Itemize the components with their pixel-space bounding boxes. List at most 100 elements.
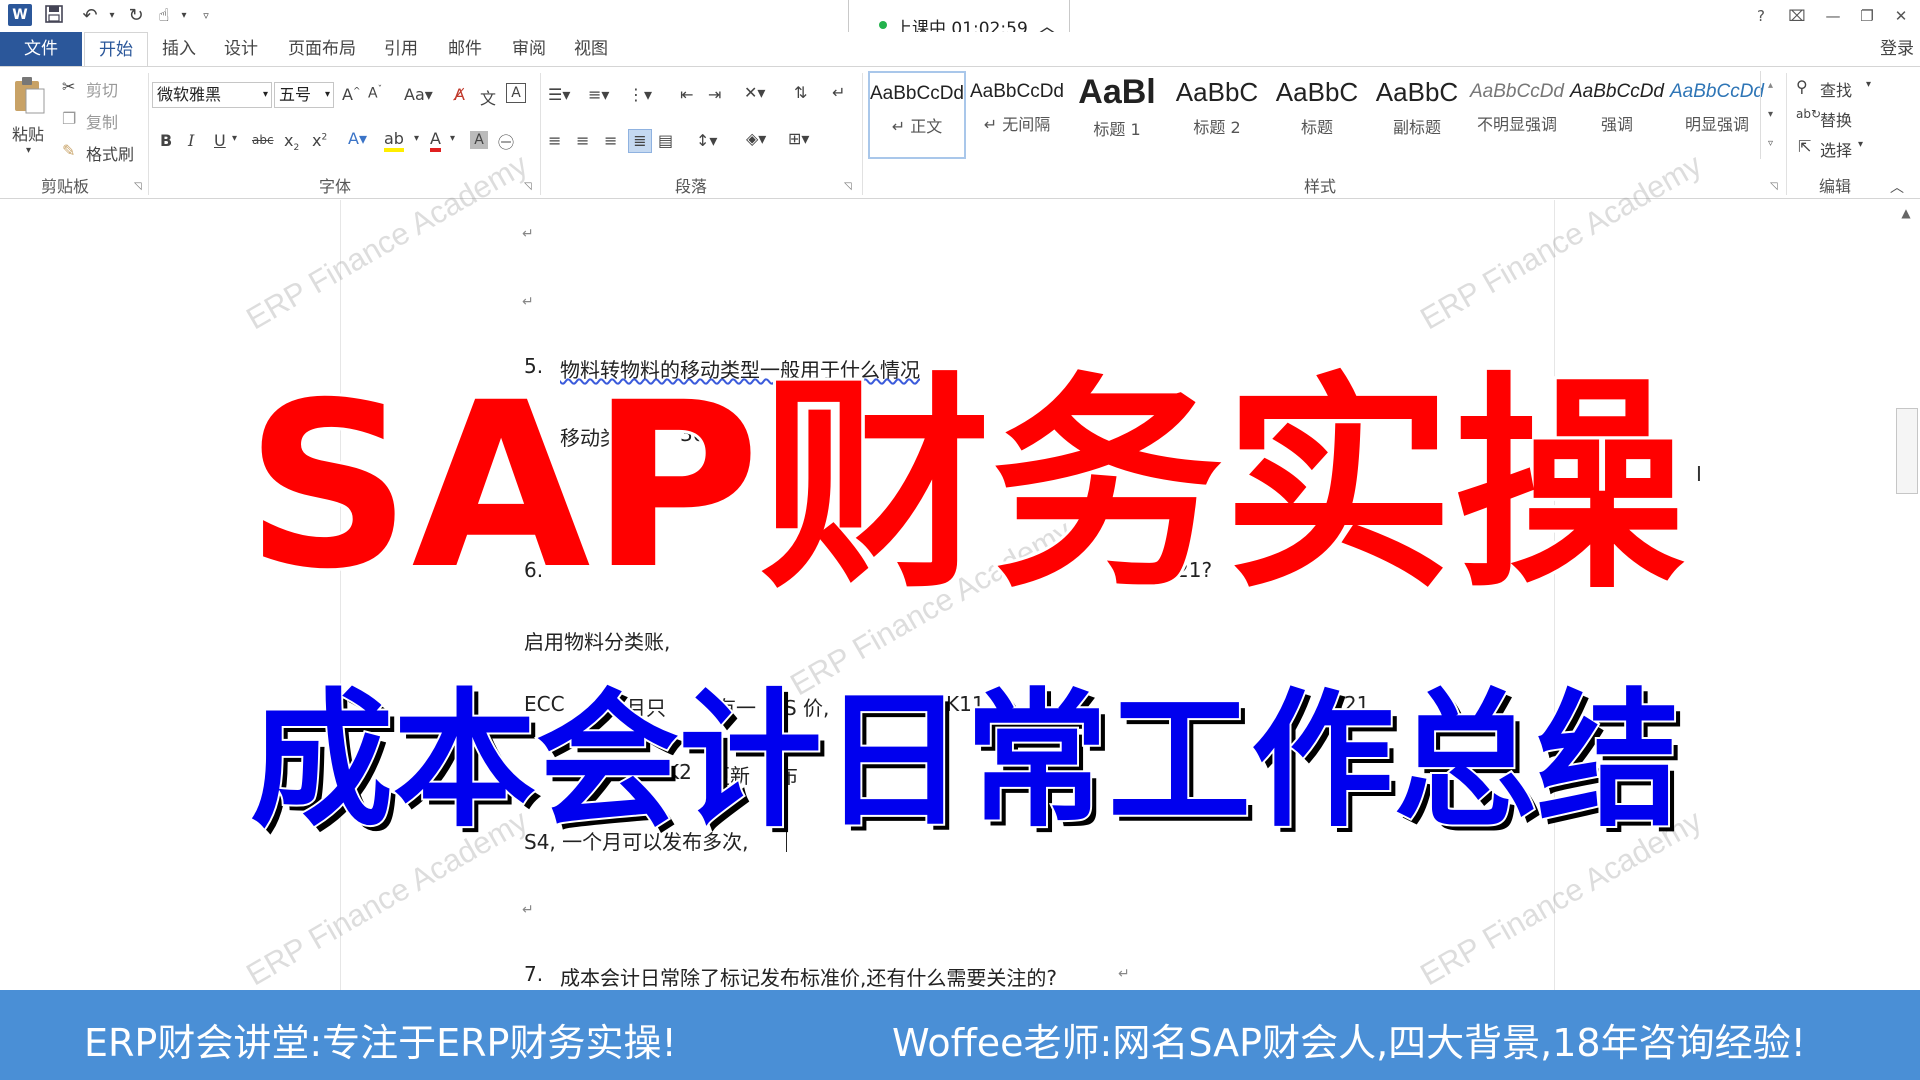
style-title[interactable]: AaBbC 标题: [1268, 71, 1366, 159]
shrink-font-icon[interactable]: Aˇ: [368, 85, 382, 102]
cut-icon[interactable]: ✂: [62, 77, 75, 96]
grow-font-icon[interactable]: A^: [342, 85, 361, 104]
highlight-dropdown-icon[interactable]: ▾: [414, 133, 419, 144]
align-left-icon[interactable]: ≡: [548, 131, 561, 150]
ribbon-display-options-icon[interactable]: ⌧: [1782, 4, 1812, 28]
subscript-icon[interactable]: x2: [284, 131, 299, 153]
superscript-icon[interactable]: x2: [312, 131, 327, 150]
styles-launcher-icon[interactable]: ◹: [1770, 181, 1778, 192]
bold-icon[interactable]: B: [160, 131, 172, 150]
style-subtle-emphasis[interactable]: AaBbCcDd 不明显强调: [1468, 71, 1566, 159]
change-case-icon[interactable]: Aa▾: [404, 85, 433, 104]
style-name: 标题 2: [1193, 118, 1241, 137]
style-heading-2[interactable]: AaBbC 标题 2: [1168, 71, 1266, 159]
paste-button[interactable]: 粘贴: [12, 121, 44, 145]
character-shading-icon[interactable]: A: [470, 131, 488, 149]
clipboard-launcher-icon[interactable]: ◹: [134, 181, 142, 192]
minimize-button[interactable]: —: [1818, 4, 1848, 28]
italic-icon[interactable]: I: [188, 131, 194, 150]
shading-icon[interactable]: ◈▾: [746, 129, 766, 148]
font-name-combo[interactable]: 微软雅黑 ▾: [152, 82, 272, 108]
tab-page-layout[interactable]: 页面布局: [274, 32, 370, 66]
format-painter-icon[interactable]: ✎: [62, 141, 75, 160]
tab-view[interactable]: 视图: [560, 32, 622, 66]
decrease-indent-icon[interactable]: ⇤: [680, 85, 693, 104]
scroll-up-icon[interactable]: ▲: [1896, 206, 1916, 224]
asian-layout-icon[interactable]: ✕▾: [744, 83, 765, 102]
gallery-more-icon[interactable]: ▿: [1761, 129, 1780, 158]
replace-button[interactable]: 替换: [1820, 107, 1852, 131]
replace-icon[interactable]: ab↻: [1796, 107, 1821, 121]
style-normal[interactable]: AaBbCcDd ↵ 正文: [868, 71, 966, 159]
numbering-icon[interactable]: ≡▾: [588, 85, 609, 104]
close-button[interactable]: ✕: [1886, 4, 1916, 28]
clear-formatting-icon[interactable]: A̸: [454, 85, 465, 104]
sort-icon[interactable]: ⇅: [794, 83, 807, 102]
chevron-down-icon[interactable]: ▾: [1866, 79, 1871, 90]
line-spacing-icon[interactable]: ↕▾: [696, 131, 717, 150]
paragraph-launcher-icon[interactable]: ◹: [844, 181, 852, 192]
font-color-dropdown-icon[interactable]: ▾: [450, 133, 455, 144]
tab-home[interactable]: 开始: [84, 32, 148, 67]
tab-references[interactable]: 引用: [370, 32, 432, 66]
show-formatting-marks-icon[interactable]: ↵: [832, 83, 845, 102]
style-sample: AaBbCcDd: [870, 83, 964, 104]
multilevel-list-icon[interactable]: ⋮▾: [628, 85, 652, 104]
strikethrough-icon[interactable]: abc: [252, 133, 274, 147]
tab-design[interactable]: 设计: [210, 32, 272, 66]
style-subtitle[interactable]: AaBbC 副标题: [1368, 71, 1466, 159]
copy-icon[interactable]: ❐: [62, 109, 76, 128]
text-effects-icon[interactable]: A▾: [348, 129, 367, 148]
increase-indent-icon[interactable]: ⇥: [708, 85, 721, 104]
restore-button[interactable]: ❐: [1852, 4, 1882, 28]
justify-icon[interactable]: ≣: [628, 129, 652, 153]
undo-icon[interactable]: ↶: [78, 4, 102, 28]
font-size-combo[interactable]: 五号 ▾: [274, 82, 334, 108]
style-name: 标题: [1300, 118, 1333, 137]
customize-qat-icon[interactable]: ▿: [194, 4, 218, 28]
help-button[interactable]: ?: [1746, 4, 1776, 28]
format-painter-button[interactable]: 格式刷: [86, 141, 134, 165]
tab-review[interactable]: 审阅: [498, 32, 560, 66]
bullets-icon[interactable]: ☰▾: [548, 85, 570, 104]
style-heading-1[interactable]: AaBl 标题 1: [1068, 71, 1166, 159]
styles-gallery-scroll[interactable]: ▴ ▾ ▿: [1760, 71, 1780, 159]
find-button[interactable]: 查找: [1820, 77, 1852, 101]
chevron-up-icon[interactable]: ▴: [1761, 71, 1780, 100]
paste-icon[interactable]: [12, 75, 48, 115]
collapse-ribbon-icon[interactable]: ︿: [1890, 177, 1904, 197]
redo-icon[interactable]: ↻: [124, 4, 148, 28]
undo-dropdown-icon[interactable]: ▾: [100, 4, 124, 28]
sign-in-link[interactable]: 登录: [1880, 32, 1914, 66]
style-sample: AaBbC: [1275, 77, 1359, 107]
select-cursor-icon[interactable]: ⇱: [1798, 137, 1811, 156]
borders-icon[interactable]: ⊞▾: [788, 129, 809, 148]
binoculars-icon[interactable]: ⚲: [1796, 77, 1808, 96]
touch-dropdown-icon[interactable]: ▾: [172, 4, 196, 28]
scrollbar-thumb[interactable]: [1896, 408, 1918, 494]
underline-dropdown-icon[interactable]: ▾: [232, 133, 237, 144]
align-right-icon[interactable]: ≡: [604, 131, 617, 150]
style-no-spacing[interactable]: AaBbCcDd ↵ 无间隔: [968, 71, 1066, 159]
save-icon[interactable]: [42, 4, 66, 28]
style-intense-emphasis[interactable]: AaBbCcDd 明显强调: [1668, 71, 1766, 159]
font-group-label: 字体: [318, 177, 351, 196]
select-button[interactable]: 选择: [1820, 137, 1852, 161]
underline-icon[interactable]: U: [214, 131, 226, 150]
character-border-icon[interactable]: A: [506, 83, 526, 103]
cut-button[interactable]: 剪切: [86, 77, 118, 101]
paste-dropdown-icon[interactable]: ▾: [26, 145, 31, 156]
phonetic-guide-icon[interactable]: 文: [480, 85, 496, 109]
tab-mailings[interactable]: 邮件: [434, 32, 496, 66]
tab-insert[interactable]: 插入: [148, 32, 210, 66]
highlight-icon[interactable]: ab: [384, 129, 404, 152]
tab-file[interactable]: 文件: [0, 32, 82, 66]
overlay-title-text: SAP财务实操: [245, 360, 1685, 600]
style-emphasis[interactable]: AaBbCcDd 强调: [1568, 71, 1666, 159]
copy-button[interactable]: 复制: [86, 109, 118, 133]
align-center-icon[interactable]: ≡: [576, 131, 589, 150]
distributed-icon[interactable]: ▤: [658, 131, 673, 150]
chevron-down-icon[interactable]: ▾: [1761, 100, 1780, 129]
chevron-down-icon[interactable]: ▾: [1858, 139, 1863, 150]
font-color-icon[interactable]: A: [430, 129, 441, 152]
